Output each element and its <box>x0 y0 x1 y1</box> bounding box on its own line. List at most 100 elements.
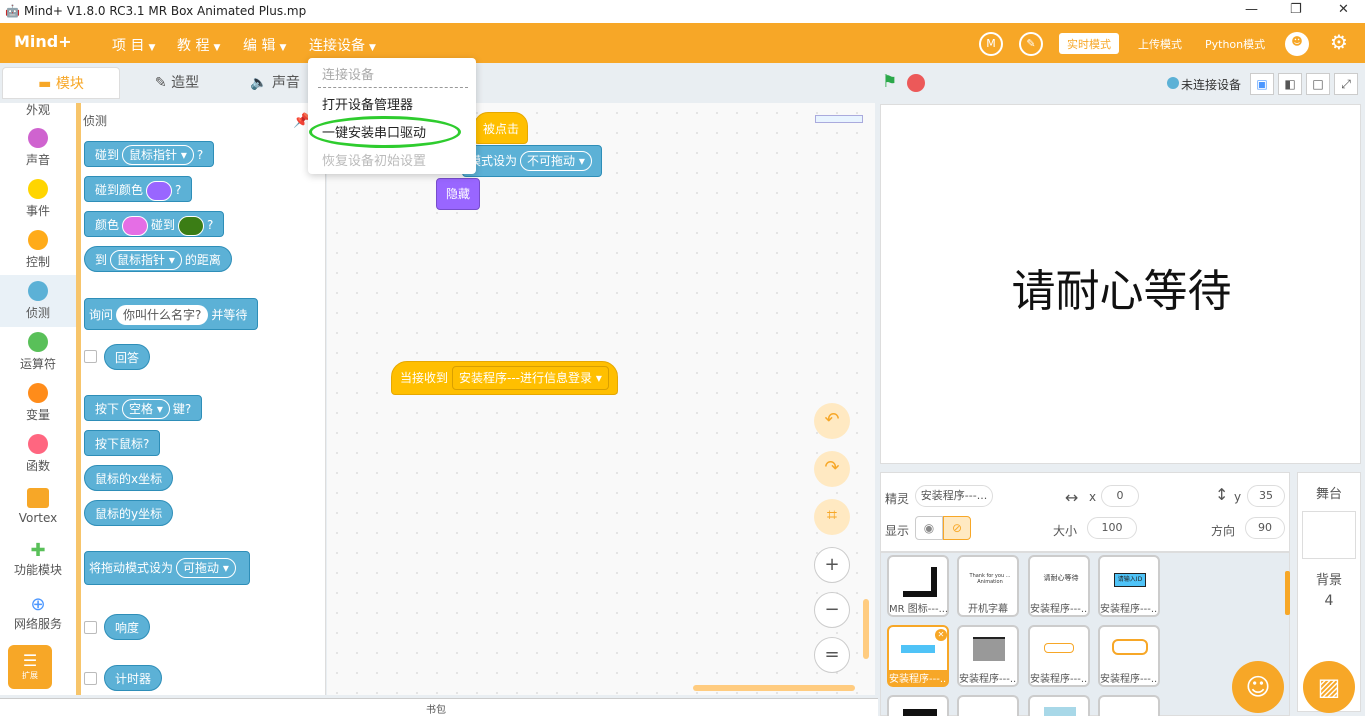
green-flag-icon[interactable]: ⚑ <box>882 72 897 92</box>
add-sprite-button[interactable]: ☺ <box>1232 661 1284 713</box>
when-i-receive-block[interactable]: 当接收到 安装程序---进行信息登录 ▾ <box>391 361 618 395</box>
redo-button[interactable]: ↷ <box>814 451 850 487</box>
sprite-name-input[interactable]: 安装程序---... <box>915 485 993 507</box>
sprite-thumbnail[interactable] <box>1028 695 1090 716</box>
category-variables[interactable]: 变量 <box>0 383 76 423</box>
block-loudness[interactable]: 响度 <box>104 614 151 640</box>
category-sensing[interactable]: 侦测 <box>0 275 76 327</box>
gear-icon[interactable]: ⚙ <box>1327 32 1351 56</box>
horizontal-scrollbar[interactable] <box>693 685 855 691</box>
category-control[interactable]: 控制 <box>0 230 76 270</box>
small-stage-icon[interactable]: ▣ <box>1250 73 1274 95</box>
key-dropdown[interactable]: 空格 ▾ <box>122 399 170 419</box>
block-distance[interactable]: 到鼠标指针 ▾ 的距离 <box>84 246 232 272</box>
category-events[interactable]: 事件 <box>0 179 76 219</box>
color-swatch[interactable] <box>122 215 149 236</box>
sprite-list-scrollbar[interactable] <box>1285 571 1290 615</box>
sprite-thumbnail[interactable]: Thank for you ... Animation 开机字幕 <box>957 555 1019 617</box>
x-input[interactable]: 0 <box>1101 485 1139 507</box>
block-key-pressed[interactable]: 按下 空格 ▾ 键? <box>84 395 203 421</box>
timer-checkbox[interactable] <box>84 672 97 685</box>
backpack-bar[interactable]: 书包 <box>0 698 878 716</box>
stage-mode-icon[interactable]: □ <box>1306 73 1330 95</box>
block-mouse-down[interactable]: 按下鼠标? <box>84 430 161 456</box>
mind-icon[interactable]: M <box>979 32 1003 56</box>
edit-icon[interactable]: ✎ <box>1019 32 1043 56</box>
close-icon[interactable]: ✕ <box>1338 2 1349 17</box>
vertical-scrollbar[interactable] <box>863 599 869 659</box>
stage-canvas[interactable]: 请耐心等待 <box>880 104 1361 464</box>
stop-icon[interactable] <box>907 74 925 92</box>
y-input[interactable]: 35 <box>1247 485 1285 507</box>
hide-block[interactable]: 隐藏 <box>436 178 480 210</box>
stage-thumbnail[interactable] <box>1302 511 1356 559</box>
extensions-button[interactable]: ☰ 扩展 <box>8 645 52 689</box>
category-functions[interactable]: 函数 <box>0 434 76 474</box>
menu-connect[interactable]: 连接设备 ▼ <box>309 35 376 55</box>
sprite-thumbnail[interactable] <box>887 695 949 716</box>
block-timer[interactable]: 计时器 <box>104 665 163 691</box>
eye-icon[interactable]: ◉ <box>915 516 943 540</box>
upload-mode-button[interactable]: 上传模式 <box>1130 33 1190 54</box>
delete-sprite-icon[interactable]: ✕ <box>935 629 947 641</box>
open-device-manager-item[interactable]: 打开设备管理器 <box>322 94 413 113</box>
sprite-thumbnail[interactable]: 请耐心等待 安装程序---... <box>1028 555 1090 617</box>
tab-blocks[interactable]: ▬ 模块 <box>2 67 120 99</box>
script-workspace[interactable] <box>327 103 875 695</box>
set-drag-mode-block[interactable]: 模式设为 不可拖动 ▾ <box>462 145 602 177</box>
crop-button[interactable]: ⌗ <box>814 499 850 535</box>
block-touching[interactable]: 碰到 鼠标指针 ▾? <box>84 141 215 167</box>
sprite-thumbnail[interactable] <box>957 695 1019 716</box>
color-swatch[interactable] <box>146 180 173 201</box>
drag-mode-dropdown[interactable]: 可拖动 ▾ <box>176 558 236 578</box>
eye-hidden-icon[interactable]: ⊘ <box>943 516 971 540</box>
size-input[interactable]: 100 <box>1087 517 1137 539</box>
sprite-thumbnail-selected[interactable]: ✕ 安装程序---... <box>887 625 949 687</box>
when-flag-clicked-block[interactable]: 被点击 <box>474 112 529 144</box>
zoom-in-button[interactable]: + <box>814 547 850 583</box>
menu-project[interactable]: 项 目 ▼ <box>112 35 155 55</box>
sprite-thumbnail[interactable]: 安装程序---... <box>957 625 1019 687</box>
category-vortex[interactable]: Vortex <box>0 488 76 525</box>
loudness-checkbox[interactable] <box>84 621 97 634</box>
minimize-icon[interactable]: — <box>1245 2 1258 17</box>
category-network[interactable]: ⊕ 网络服务 <box>0 595 76 632</box>
block-mouse-x[interactable]: 鼠标的x坐标 <box>84 465 174 491</box>
category-function-modules[interactable]: ✚ 功能模块 <box>0 541 76 578</box>
mouse-pointer-dropdown[interactable]: 鼠标指针 ▾ <box>110 250 182 270</box>
answer-checkbox[interactable] <box>84 350 97 363</box>
block-color-touching[interactable]: 颜色 碰到? <box>84 211 225 237</box>
undo-button[interactable]: ↶ <box>814 403 850 439</box>
restore-device-item[interactable]: 恢复设备初始设置 <box>322 150 426 169</box>
add-backdrop-button[interactable]: ▨ <box>1303 661 1355 713</box>
block-answer[interactable]: 回答 <box>104 344 151 370</box>
ask-input[interactable]: 你叫什么名字? <box>116 305 209 325</box>
message-dropdown[interactable]: 安装程序---进行信息登录 ▾ <box>452 366 609 390</box>
zoom-out-button[interactable]: − <box>814 592 850 628</box>
realtime-mode-button[interactable]: 实时模式 <box>1059 33 1119 54</box>
maximize-icon[interactable]: ❐ <box>1290 2 1302 17</box>
block-touching-color[interactable]: 碰到颜色? <box>84 176 193 202</box>
category-looks[interactable]: 外观 <box>0 101 76 118</box>
mouse-pointer-dropdown[interactable]: 鼠标指针 ▾ <box>122 145 194 165</box>
color-swatch[interactable] <box>178 215 205 236</box>
robot-icon[interactable]: ☻ <box>1285 32 1309 56</box>
menu-tutorial[interactable]: 教 程 ▼ <box>177 35 220 55</box>
zoom-reset-button[interactable]: = <box>814 637 850 673</box>
sprite-thumbnail[interactable]: 安装程序---... <box>1098 625 1160 687</box>
drag-mode-dropdown[interactable]: 不可拖动 ▾ <box>520 151 592 171</box>
menu-edit[interactable]: 编 辑 ▼ <box>243 35 286 55</box>
sprite-thumbnail[interactable]: 安装程序---... <box>1028 625 1090 687</box>
block-mouse-y[interactable]: 鼠标的y坐标 <box>84 500 174 526</box>
sprite-thumbnail[interactable]: 请输入ID 安装程序---... <box>1098 555 1160 617</box>
block-ask[interactable]: 询问 你叫什么名字? 并等待 <box>84 298 259 330</box>
sprite-thumbnail[interactable]: MR 图标---... <box>887 555 949 617</box>
python-mode-button[interactable]: Python模式 <box>1197 33 1273 54</box>
category-operators[interactable]: 运算符 <box>0 332 76 372</box>
block-set-drag-mode[interactable]: 将拖动模式设为 可拖动 ▾ <box>84 551 250 585</box>
palette-scrollbar[interactable] <box>76 103 81 695</box>
sprite-thumbnail[interactable] <box>1098 695 1160 716</box>
direction-input[interactable]: 90 <box>1245 517 1285 539</box>
fullscreen-icon[interactable]: ⤢ <box>1334 73 1358 95</box>
category-sound[interactable]: 声音 <box>0 128 76 168</box>
